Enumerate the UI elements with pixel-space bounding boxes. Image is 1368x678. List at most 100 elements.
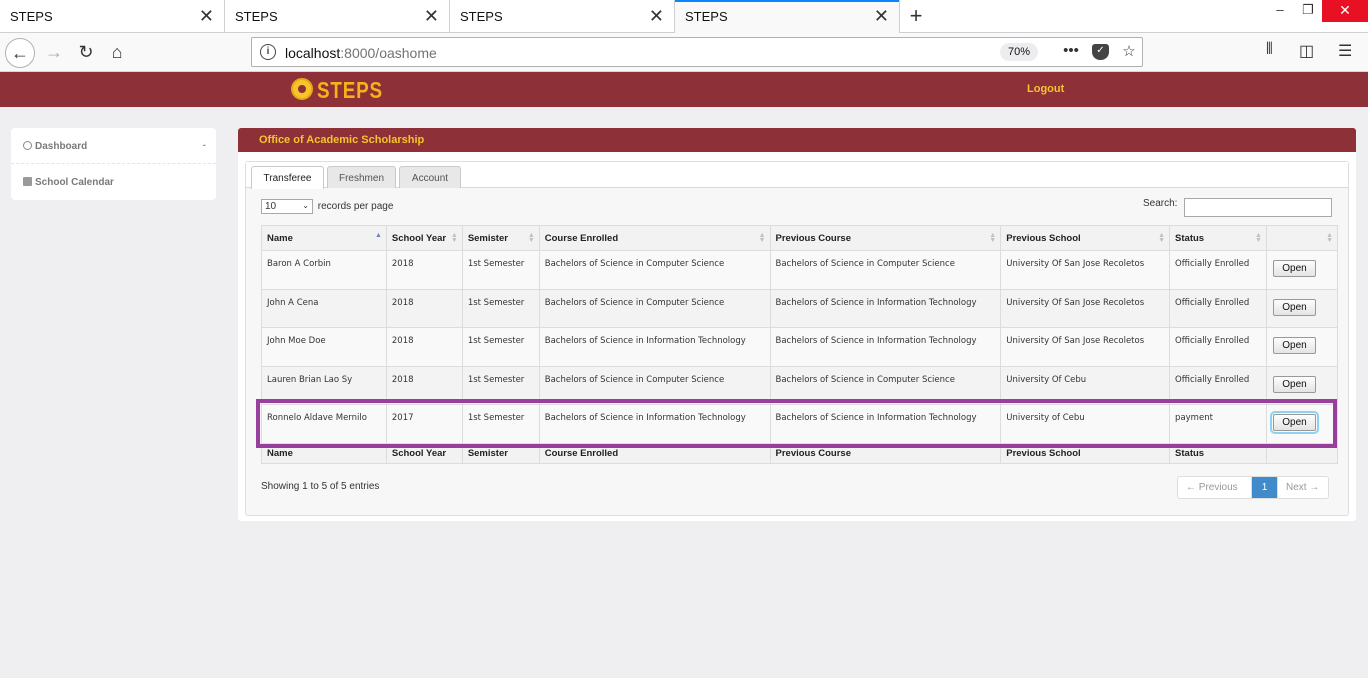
open-button[interactable]: Open — [1269, 411, 1319, 434]
menu-icon[interactable]: ☰ — [1338, 41, 1352, 61]
app-logo-text[interactable]: STEPS — [317, 77, 383, 104]
window-close-icon[interactable]: ✕ — [1322, 0, 1368, 22]
page-actions-icon[interactable]: ••• — [1060, 42, 1082, 62]
footer-name: Name — [261, 442, 387, 464]
cell-previous-course: Bachelors of Science in Computer Science — [769, 365, 1002, 405]
browser-tab[interactable]: STEPS ✕ — [450, 0, 675, 33]
column-header-previous-school[interactable]: Previous School ▲ ▼ — [1000, 225, 1171, 251]
panel-body: Transferee Freshmen Account 10 ⌄ records … — [245, 161, 1349, 516]
tab-account[interactable]: Account — [399, 166, 461, 188]
page-1-button[interactable]: 1 — [1252, 477, 1277, 498]
new-tab-icon[interactable]: + — [900, 0, 932, 33]
restore-icon[interactable]: ❐ — [1294, 0, 1322, 22]
open-button[interactable]: Open — [1272, 298, 1316, 316]
tab-title: STEPS — [460, 9, 503, 24]
column-header-label: Previous School — [1006, 233, 1081, 244]
cell-previous-course: Bachelors of Science in Information Tech… — [769, 288, 1002, 328]
footer-status: Status — [1169, 442, 1267, 464]
close-tab-icon[interactable]: ✕ — [649, 7, 664, 25]
sidebar-item-dashboard[interactable]: Dashboard - — [11, 128, 216, 164]
cell-previous-school: University Of Cebu — [1000, 365, 1171, 405]
reload-icon[interactable]: ↻ — [71, 38, 101, 68]
tab-freshmen[interactable]: Freshmen — [327, 166, 396, 188]
column-header-name[interactable]: Name ▲ — [261, 225, 387, 251]
close-tab-icon[interactable]: ✕ — [424, 7, 439, 25]
minimize-icon[interactable]: – — [1266, 0, 1294, 22]
column-header-previous-course[interactable]: Previous Course ▲ ▼ — [769, 225, 1002, 251]
cell-course-enrolled: Bachelors of Science in Computer Science — [538, 288, 771, 328]
dashboard-icon — [23, 141, 32, 150]
cell-semester: 1st Semester — [461, 365, 540, 405]
sidebar-item-label: Dashboard — [35, 141, 88, 152]
column-header-course-enrolled[interactable]: Course Enrolled ▲ ▼ — [538, 225, 771, 251]
column-header-label: School Year — [391, 233, 447, 244]
zoom-indicator[interactable]: 70% — [1000, 43, 1038, 61]
url-text[interactable]: localhost:8000/oashome — [285, 45, 437, 61]
footer-previous-course: Previous Course — [769, 442, 1002, 464]
records-per-page-label: records per page — [317, 201, 394, 213]
open-button[interactable]: Open — [1272, 260, 1316, 277]
cell-status: Officially Enrolled — [1169, 288, 1267, 328]
cell-previous-school: University Of San Jose Recoletos — [1000, 288, 1171, 328]
cell-status: Officially Enrolled — [1169, 327, 1267, 367]
cell-previous-school: University Of San Jose Recoletos — [1000, 327, 1171, 367]
site-info-icon[interactable]: i — [260, 44, 276, 60]
sidebar-item-school-calendar[interactable]: School Calendar — [11, 164, 216, 200]
forward-icon[interactable]: → — [39, 38, 69, 68]
cell-previous-course: Bachelors of Science in Computer Science — [769, 250, 1002, 290]
browser-nav-bar: ← → ↻ ⌂ i localhost:8000/oashome 70% •••… — [0, 33, 1368, 72]
sidebar-toggle-icon[interactable]: ◫ — [1299, 41, 1314, 61]
sort-icon: ▲ ▼ — [1255, 232, 1262, 244]
close-tab-icon[interactable]: ✕ — [199, 7, 214, 25]
sort-icon: ▲ ▼ — [527, 232, 535, 244]
calendar-icon — [23, 177, 32, 186]
table-row: Baron A Corbin 2018 1st Semester Bachelo… — [261, 250, 1339, 290]
tab-title: STEPS — [235, 9, 278, 24]
open-button[interactable]: Open — [1272, 337, 1316, 354]
collapse-icon[interactable]: - — [203, 140, 206, 151]
table-row: Lauren Brian Lao Sy 2018 1st Semester Ba… — [261, 365, 1339, 405]
cell-course-enrolled: Bachelors of Science in Computer Science — [538, 365, 771, 405]
pocket-icon[interactable]: ✓ — [1092, 44, 1109, 60]
close-tab-icon[interactable]: ✕ — [874, 7, 889, 25]
browser-tab-active[interactable]: STEPS ✕ — [675, 0, 900, 33]
url-bar[interactable]: i localhost:8000/oashome 70% ••• ✓ ☆ — [251, 37, 1143, 67]
back-icon[interactable]: ← — [5, 38, 35, 68]
open-button[interactable]: Open — [1272, 375, 1316, 393]
previous-page-button[interactable]: ← Previous — [1178, 477, 1252, 498]
column-header-status[interactable]: Status ▲ ▼ — [1169, 225, 1267, 251]
records-per-page: 10 ⌄ records per page — [261, 199, 393, 214]
browser-tab-bar: STEPS ✕ STEPS ✕ STEPS ✕ STEPS ✕ + – ❐ ✕ — [0, 0, 1368, 33]
cell-name: John Moe Doe — [261, 327, 387, 367]
table-info: Showing 1 to 5 of 5 entries — [261, 481, 380, 492]
column-header-semester[interactable]: Semister ▲ ▼ — [461, 225, 540, 251]
cell-previous-course: Bachelors of Science in Information Tech… — [769, 327, 1002, 367]
cell-school-year: 2018 — [385, 250, 463, 290]
tab-title: STEPS — [10, 9, 53, 24]
column-header-action[interactable]: ▲ ▼ — [1265, 225, 1339, 251]
browser-tab[interactable]: STEPS ✕ — [0, 0, 225, 33]
sort-icon: ▲ ▼ — [989, 232, 997, 244]
records-per-page-select[interactable]: 10 ⌄ — [261, 199, 313, 214]
column-header-school-year[interactable]: School Year ▲ ▼ — [385, 225, 463, 251]
next-page-button[interactable]: Next → — [1277, 477, 1328, 498]
search-input[interactable] — [1184, 198, 1332, 217]
cell-semester: 1st Semester — [461, 404, 540, 444]
library-icon[interactable]: ⫴ — [1266, 41, 1273, 59]
sort-icon: ▲ ▼ — [1326, 232, 1333, 244]
cell-course-enrolled: Bachelors of Science in Information Tech… — [538, 327, 771, 367]
window-controls: – ❐ ✕ — [1266, 0, 1368, 22]
tab-transferee[interactable]: Transferee — [251, 166, 324, 189]
column-header-label: Previous Course — [775, 233, 852, 244]
logout-link[interactable]: Logout — [1027, 83, 1064, 95]
cell-school-year: 2017 — [385, 404, 463, 444]
table-row: John A Cena 2018 1st Semester Bachelors … — [261, 288, 1339, 328]
cell-action: Open — [1265, 404, 1339, 444]
cell-semester: 1st Semester — [461, 327, 540, 367]
tab-title: STEPS — [685, 9, 728, 24]
browser-tab[interactable]: STEPS ✕ — [225, 0, 450, 33]
column-header-label: Course Enrolled — [544, 233, 619, 244]
bookmark-star-icon[interactable]: ☆ — [1118, 42, 1140, 62]
home-icon[interactable]: ⌂ — [102, 38, 132, 68]
cell-semester: 1st Semester — [461, 250, 540, 290]
